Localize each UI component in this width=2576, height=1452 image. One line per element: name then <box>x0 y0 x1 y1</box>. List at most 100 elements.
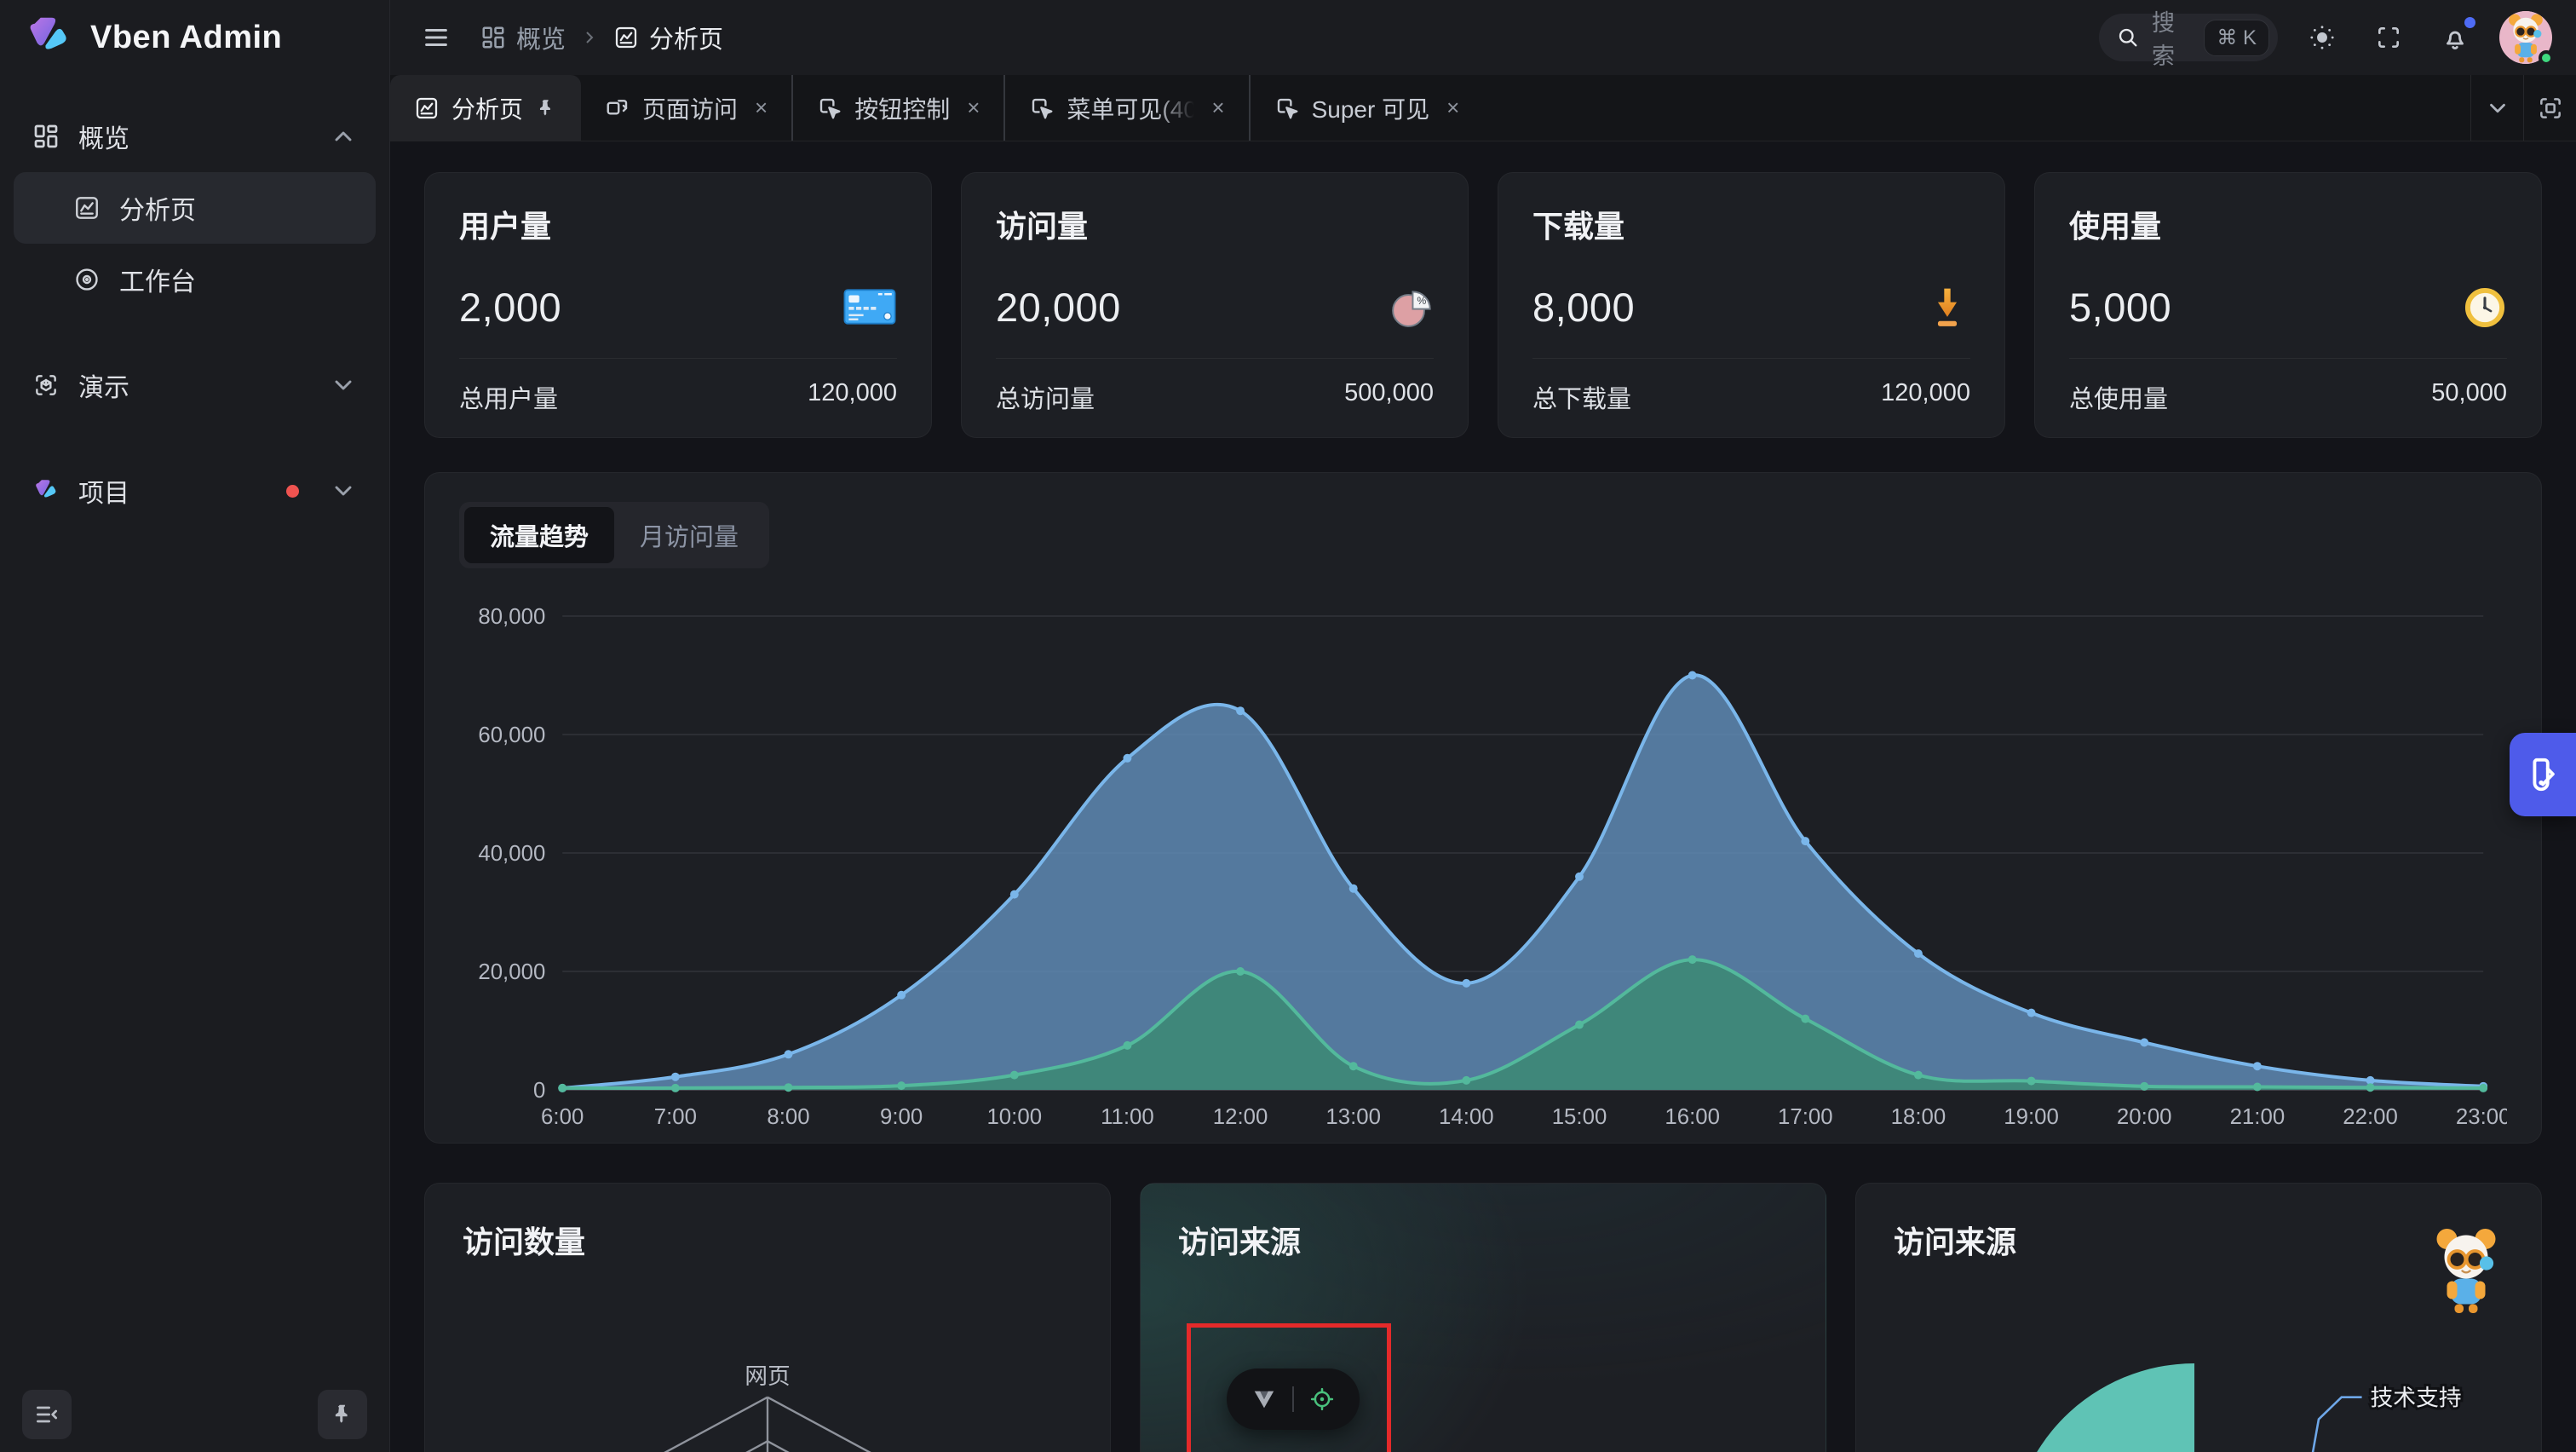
stat-footer-value: 120,000 <box>1881 379 1970 415</box>
sidebar-item-overview[interactable]: 概览 <box>14 101 376 172</box>
notification-dot <box>2464 17 2475 28</box>
svg-text:0: 0 <box>533 1079 545 1103</box>
bell-icon <box>2441 23 2470 52</box>
header: 概览 分析页 搜索 ⌘ K <box>390 0 2576 75</box>
badge-dot <box>286 485 299 498</box>
tab-monthly-visits[interactable]: 月访问量 <box>614 507 764 563</box>
search-icon <box>2116 26 2140 49</box>
trend-tabs: 流量趋势 月访问量 <box>459 502 769 568</box>
sidebar-item-project[interactable]: 项目 <box>14 455 376 527</box>
svg-text:60,000: 60,000 <box>478 723 545 747</box>
content: 用户量 2,000 总用户量 120,000 访问量 20,000 <box>390 141 2576 1452</box>
card-visit-count: 访问数量 网页 <box>424 1183 1111 1452</box>
svg-text:14:00: 14:00 <box>1439 1105 1494 1129</box>
bottom-cards-row: 访问数量 网页 访问来源 <box>424 1183 2542 1452</box>
breadcrumb-item-analytics[interactable]: 分析页 <box>613 20 723 55</box>
fullscreen-button[interactable] <box>2366 15 2411 60</box>
sidebar-item-analytics[interactable]: 分析页 <box>14 172 376 244</box>
close-tab-icon[interactable]: × <box>755 95 768 121</box>
notifications-button[interactable] <box>2433 15 2477 60</box>
stat-card-users: 用户量 2,000 总用户量 120,000 <box>424 172 932 438</box>
svg-text:23:00: 23:00 <box>2456 1105 2507 1129</box>
target-icon[interactable] <box>1309 1386 1335 1412</box>
svg-text:17:00: 17:00 <box>1778 1105 1833 1129</box>
collapse-sidebar-button[interactable] <box>22 1390 72 1439</box>
svg-text:22:00: 22:00 <box>2343 1105 2398 1129</box>
chevron-up-icon <box>330 123 357 150</box>
vue-devtools-icon[interactable] <box>1251 1386 1277 1412</box>
svg-text:15:00: 15:00 <box>1552 1105 1607 1129</box>
tab-analytics[interactable]: 分析页 <box>390 75 581 141</box>
tabs-dropdown-button[interactable] <box>2470 75 2523 141</box>
maximize-content-button[interactable] <box>2523 75 2576 141</box>
tab-super-visible[interactable]: Super 可见 × <box>1249 75 1484 141</box>
svg-text:20,000: 20,000 <box>478 960 545 984</box>
svg-text:80,000: 80,000 <box>478 605 545 629</box>
svg-text:9:00: 9:00 <box>880 1105 923 1129</box>
chart-icon <box>73 194 101 222</box>
user-avatar[interactable] <box>2499 11 2552 64</box>
close-tab-icon[interactable]: × <box>1446 95 1459 121</box>
breadcrumb: 概览 分析页 <box>480 20 723 55</box>
sidebar-item-label: 演示 <box>78 366 129 404</box>
card-title: 下载量 <box>1532 202 1970 246</box>
stat-cards-row: 用户量 2,000 总用户量 120,000 访问量 20,000 <box>424 172 2542 438</box>
card-title: 用户量 <box>459 202 897 246</box>
theme-toggle-button[interactable] <box>2300 15 2344 60</box>
stat-footer-label: 总下载量 <box>1532 379 1631 415</box>
svg-text:13:00: 13:00 <box>1325 1105 1381 1129</box>
inspector-highlight-box <box>1187 1323 1391 1452</box>
chevron-down-icon <box>330 477 357 504</box>
sidebar-item-label: 分析页 <box>119 189 196 227</box>
svg-text:19:00: 19:00 <box>2004 1105 2059 1129</box>
sidebar-footer <box>0 1377 389 1452</box>
stat-footer-label: 总用户量 <box>459 379 558 415</box>
vben-logo-icon <box>32 477 60 504</box>
tab-bar: 分析页 页面访问 × 按钮控制 × 菜单可见(40 × Super 可见 <box>390 75 2576 141</box>
pie-chart[interactable]: 技术支持 <box>1856 1184 2541 1452</box>
preferences-button[interactable] <box>2510 733 2576 816</box>
svg-text:20:00: 20:00 <box>2117 1105 2172 1129</box>
close-tab-icon[interactable]: × <box>967 95 980 121</box>
app-root: Vben Admin 概览 分析页 工作台 演示 <box>0 0 2576 1452</box>
pin-icon[interactable] <box>535 97 557 119</box>
card-title: 访问量 <box>996 202 1434 246</box>
stat-value: 20,000 <box>996 284 1121 331</box>
svg-text:21:00: 21:00 <box>2230 1105 2286 1129</box>
sidebar-item-demos[interactable]: 演示 <box>14 349 376 421</box>
stat-footer-label: 总访问量 <box>996 379 1095 415</box>
disc-icon <box>73 266 101 293</box>
pin-icon <box>330 1402 355 1427</box>
breadcrumb-item-overview[interactable]: 概览 <box>480 20 566 55</box>
vben-logo-icon <box>24 13 73 62</box>
tab-traffic-trend[interactable]: 流量趋势 <box>464 507 614 563</box>
stat-footer-label: 总使用量 <box>2069 379 2168 415</box>
menu-toggle-button[interactable] <box>414 15 458 60</box>
logo[interactable]: Vben Admin <box>0 0 389 75</box>
close-tab-icon[interactable]: × <box>1211 95 1224 121</box>
tab-button-control[interactable]: 按钮控制 × <box>791 75 1003 141</box>
global-search[interactable]: 搜索 ⌘ K <box>2099 14 2278 61</box>
page-route-icon <box>605 95 630 121</box>
sidebar-menu: 概览 分析页 工作台 演示 项目 <box>0 75 389 1377</box>
svg-text:8:00: 8:00 <box>767 1105 809 1129</box>
sidebar-item-workbench[interactable]: 工作台 <box>14 244 376 315</box>
tab-menu-visible[interactable]: 菜单可见(40 × <box>1003 75 1248 141</box>
card-visit-source-2: 访问来源 技术支持 <box>1855 1183 2542 1452</box>
cursor-click-icon <box>1029 95 1055 121</box>
area-chart[interactable]: 020,00040,00060,00080,0006:007:008:009:0… <box>459 587 2507 1134</box>
svg-text:18:00: 18:00 <box>1891 1105 1946 1129</box>
download-icon <box>1924 285 1970 330</box>
pin-sidebar-button[interactable] <box>318 1390 367 1439</box>
tab-page-access[interactable]: 页面访问 × <box>581 75 791 141</box>
credit-card-icon <box>842 285 897 330</box>
radar-chart[interactable]: 网页 <box>425 1184 1110 1452</box>
svg-text:网页: 网页 <box>745 1363 791 1389</box>
dashboard-icon <box>32 123 60 150</box>
sidebar-item-label: 项目 <box>78 472 129 510</box>
collapse-icon <box>33 1401 60 1428</box>
chevron-down-icon <box>2485 95 2510 121</box>
sidebar-item-label: 概览 <box>78 118 129 155</box>
devtools-toolbar[interactable] <box>1227 1368 1360 1430</box>
chart-icon <box>613 25 639 50</box>
